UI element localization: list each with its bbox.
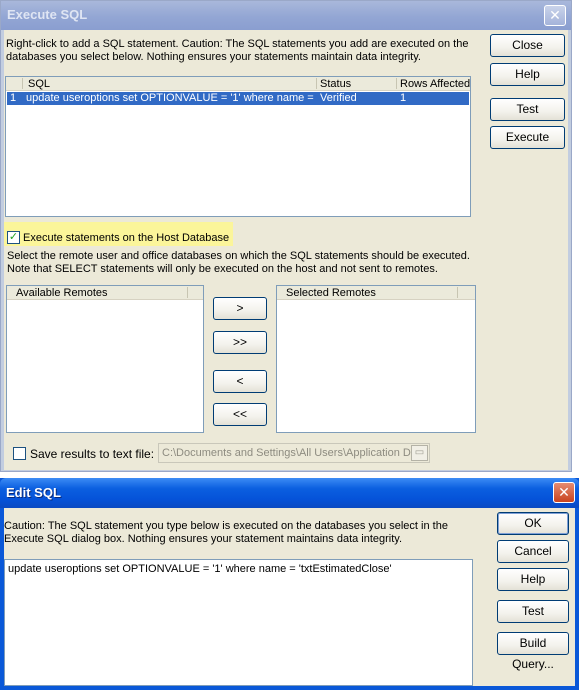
execute-sql-dialog: Execute SQL ✕ Right-click to add a SQL s… [0, 0, 572, 472]
column-header-sql[interactable]: SQL [22, 77, 316, 91]
column-divider [396, 78, 397, 89]
close-button[interactable]: Close [490, 34, 565, 57]
available-remotes-list[interactable]: Available Remotes [6, 285, 204, 433]
remove-all-remotes-button[interactable]: << [213, 403, 267, 426]
edit-sql-client: Caution: The SQL statement you type belo… [4, 508, 575, 686]
host-database-checkbox[interactable]: ✓ [7, 231, 20, 244]
cancel-button[interactable]: Cancel [497, 540, 569, 563]
intro-line-1: Right-click to add a SQL statement. Caut… [6, 38, 469, 50]
caution-line-2: Execute SQL dialog box. Nothing ensures … [4, 533, 403, 545]
available-remotes-header[interactable]: Available Remotes [7, 286, 203, 300]
execute-sql-titlebar[interactable]: Execute SQL ✕ [1, 1, 571, 30]
add-all-remotes-button[interactable]: >> [213, 331, 267, 354]
execute-sql-title: Execute SQL [7, 7, 88, 22]
caution-line-1: Caution: The SQL statement you type belo… [4, 520, 448, 532]
save-path-value: C:\Documents and Settings\All Users\Appl… [162, 447, 417, 459]
column-divider [187, 287, 188, 298]
column-divider [316, 78, 317, 89]
save-results-label[interactable]: Save results to text file: [30, 448, 154, 461]
help-button[interactable]: Help [497, 568, 569, 591]
column-divider [457, 287, 458, 298]
close-icon[interactable]: ✕ [553, 482, 575, 503]
folder-icon: ▭ [411, 445, 428, 461]
row-status: Verified [320, 92, 357, 104]
column-header-status[interactable]: Status [316, 77, 396, 91]
row-sql: update useroptions set OPTIONVALUE = '1'… [26, 92, 316, 104]
sql-statements-list[interactable]: SQL Status Rows Affected 1 update userop… [5, 76, 471, 217]
host-database-label[interactable]: Execute statements on the Host Database [23, 232, 229, 245]
edit-sql-titlebar[interactable]: Edit SQL ✕ [0, 478, 579, 508]
sql-statement-text: update useroptions set OPTIONVALUE = '1'… [8, 563, 392, 575]
help-button[interactable]: Help [490, 63, 565, 86]
column-header-rows-affected[interactable]: Rows Affected [396, 77, 470, 91]
column-divider [22, 78, 23, 89]
selected-remotes-list[interactable]: Selected Remotes [276, 285, 476, 433]
test-button[interactable]: Test [490, 98, 565, 121]
close-icon[interactable]: ✕ [544, 5, 566, 26]
sql-statement-editor[interactable]: update useroptions set OPTIONVALUE = '1'… [4, 559, 473, 686]
edit-sql-title: Edit SQL [6, 485, 61, 500]
table-row[interactable]: 1 update useroptions set OPTIONVALUE = '… [7, 92, 469, 105]
selected-remotes-header[interactable]: Selected Remotes [277, 286, 475, 300]
add-remote-button[interactable]: > [213, 297, 267, 320]
ok-button[interactable]: OK [497, 512, 569, 535]
row-index: 1 [10, 92, 17, 104]
remove-remote-button[interactable]: < [213, 370, 267, 393]
remotes-info-line-2: Note that SELECT statements will only be… [7, 263, 438, 275]
execute-button[interactable]: Execute [490, 126, 565, 149]
save-path-field: C:\Documents and Settings\All Users\Appl… [158, 443, 430, 463]
intro-line-2: databases you select below. Nothing ensu… [6, 51, 421, 63]
build-query-button[interactable]: Build Query... [497, 632, 569, 671]
edit-sql-dialog: Edit SQL ✕ Caution: The SQL statement yo… [0, 478, 579, 690]
row-rows-affected: 1 [400, 92, 407, 104]
save-results-checkbox[interactable] [13, 447, 26, 460]
remotes-info-line-1: Select the remote user and office databa… [7, 250, 470, 262]
test-button[interactable]: Test [497, 600, 569, 623]
column-header-index[interactable] [6, 77, 22, 91]
